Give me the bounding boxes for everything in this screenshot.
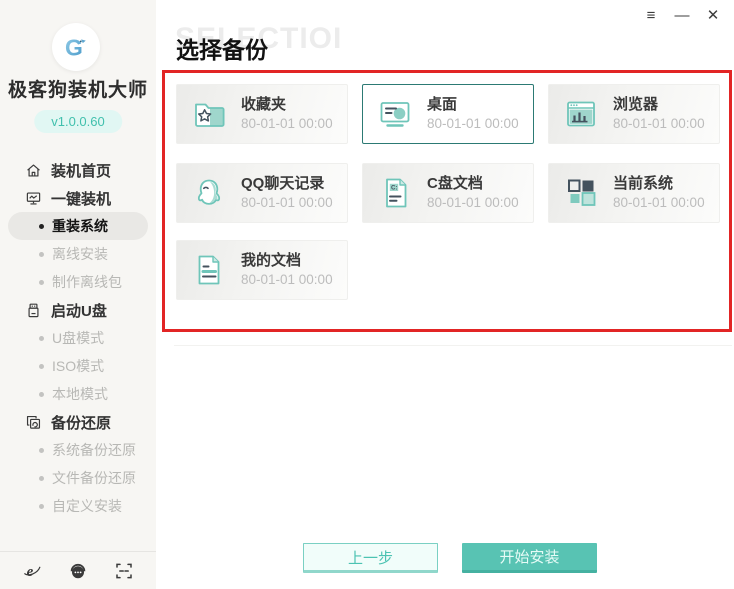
backup-name: 当前系统: [613, 175, 674, 193]
sidebar-item-boot-usb[interactable]: 启动U盘: [0, 296, 156, 324]
sidebar-item-label: 备份还原: [51, 414, 112, 432]
desktop-icon: [375, 94, 415, 134]
sidebar-item-make-offline-pack[interactable]: 制作离线包: [0, 268, 156, 296]
sidebar-item-reinstall-system[interactable]: 重装系统: [8, 212, 148, 240]
sidebar-item-label: 启动U盘: [51, 302, 107, 320]
backup-card-text: QQ聊天记录 80-01-01 00:00: [241, 175, 333, 211]
sidebar-item-backup-restore[interactable]: 备份还原: [0, 408, 156, 436]
backup-time: 80-01-01 00:00: [613, 195, 705, 211]
app-window: { "colors": { "accent_teal": "#58c3b3", …: [0, 0, 734, 589]
backup-name: 桌面: [427, 96, 458, 114]
sidebar-footer: e: [0, 551, 156, 589]
backup-name: QQ聊天记录: [241, 175, 325, 193]
backup-time: 80-01-01 00:00: [427, 116, 519, 132]
menu-button[interactable]: ≡: [643, 7, 659, 25]
backup-card-text: 桌面 80-01-01 00:00: [427, 96, 519, 132]
backup-card-qq-chat[interactable]: QQ聊天记录 80-01-01 00:00: [176, 163, 348, 223]
favorites-folder-icon: [189, 94, 229, 134]
backup-name: 收藏夹: [241, 96, 287, 114]
sidebar-item-label: 装机首页: [51, 162, 112, 180]
sidebar-item-offline-install[interactable]: 离线安装: [0, 240, 156, 268]
sidebar-item-iso-mode[interactable]: ISO模式: [0, 352, 156, 380]
usb-icon: [25, 302, 42, 319]
backup-card-current-system[interactable]: 当前系统 80-01-01 00:00: [548, 163, 720, 223]
my-documents-icon: [189, 250, 229, 290]
main-panel: SELECTIOI 选择备份 收藏夹 80-01-01 00:00 桌面 80-01-…: [156, 0, 734, 589]
backup-card-text: 收藏夹 80-01-01 00:00: [241, 96, 333, 132]
ie-icon[interactable]: e: [22, 561, 42, 581]
sidebar-item-one-click-install[interactable]: 一键装机: [0, 184, 156, 212]
backup-card-favorites[interactable]: 收藏夹 80-01-01 00:00: [176, 84, 348, 144]
sidebar-item-label: 一键装机: [51, 190, 112, 208]
minimize-button[interactable]: —: [674, 7, 690, 25]
sidebar-item-label: 本地模式: [52, 386, 108, 402]
backup-card-c-drive-docs[interactable]: C: C盘文档 80-01-01 00:00: [362, 163, 534, 223]
sidebar-item-label: U盘模式: [52, 330, 105, 346]
support-headset-icon[interactable]: [68, 561, 88, 581]
backup-time: 80-01-01 00:00: [241, 116, 333, 132]
sidebar-item-label: 自定义安装: [52, 498, 122, 514]
backup-name: 浏览器: [613, 96, 659, 114]
sidebar-item-home[interactable]: 装机首页: [0, 156, 156, 184]
scan-icon[interactable]: [114, 561, 134, 581]
sidebar-item-label: ISO模式: [52, 358, 105, 374]
sidebar-item-system-backup-restore[interactable]: 系统备份还原: [0, 436, 156, 464]
version-badge: v1.0.0.60: [34, 110, 122, 133]
system-grid-icon: [561, 173, 601, 213]
backup-card-text: 我的文档 80-01-01 00:00: [241, 252, 333, 288]
geekdog-logo-icon: G: [52, 23, 100, 71]
backup-time: 80-01-01 00:00: [613, 116, 705, 132]
backup-name: C盘文档: [427, 175, 483, 193]
section-divider: [174, 345, 732, 346]
sidebar-item-label: 文件备份还原: [52, 470, 136, 486]
backup-card-desktop[interactable]: 桌面 80-01-01 00:00: [362, 84, 534, 144]
backup-card-my-documents[interactable]: 我的文档 80-01-01 00:00: [176, 240, 348, 300]
svg-text:G: G: [65, 35, 83, 61]
previous-step-button[interactable]: 上一步: [303, 543, 438, 573]
start-install-button[interactable]: 开始安装: [462, 543, 597, 573]
backup-name: 我的文档: [241, 252, 302, 270]
sidebar-item-label: 制作离线包: [52, 274, 122, 290]
qq-icon: [189, 173, 229, 213]
sidebar-item-label: 系统备份还原: [52, 442, 136, 458]
home-icon: [25, 162, 42, 179]
browser-window-icon: [561, 94, 601, 134]
window-controls: ≡ — ✕: [643, 7, 721, 25]
backup-time: 80-01-01 00:00: [241, 195, 333, 211]
backup-card-browser[interactable]: 浏览器 80-01-01 00:00: [548, 84, 720, 144]
sidebar-item-custom-install[interactable]: 自定义安装: [0, 492, 156, 520]
sidebar-item-local-mode[interactable]: 本地模式: [0, 380, 156, 408]
close-button[interactable]: ✕: [705, 7, 721, 25]
sidebar-item-label: 重装系统: [52, 218, 108, 234]
backup-card-text: C盘文档 80-01-01 00:00: [427, 175, 519, 211]
svg-text:e: e: [27, 564, 34, 580]
sidebar-item-label: 离线安装: [52, 246, 108, 262]
sidebar-menu: 装机首页一键装机重装系统离线安装制作离线包启动U盘 U盘模式 ISO模式本地模式备份…: [0, 156, 156, 520]
sidebar-item-file-backup-restore[interactable]: 文件备份还原: [0, 464, 156, 492]
monitor-icon: [25, 190, 42, 207]
sidebar-item-usb-mode[interactable]: U盘模式: [0, 324, 156, 352]
restore-icon: [25, 414, 42, 431]
backup-card-text: 当前系统 80-01-01 00:00: [613, 175, 705, 211]
svg-text:C:: C:: [391, 184, 398, 191]
backup-card-text: 浏览器 80-01-01 00:00: [613, 96, 705, 132]
page-title: 选择备份: [176, 37, 268, 63]
sidebar: G 极客狗装机大师 v1.0.0.60 装机首页一键装机重装系统离线安装制作离线…: [0, 0, 156, 589]
app-title: 极客狗装机大师: [7, 80, 148, 101]
backup-time: 80-01-01 00:00: [241, 272, 333, 288]
c-drive-doc-icon: C:: [375, 173, 415, 213]
backup-time: 80-01-01 00:00: [427, 195, 519, 211]
